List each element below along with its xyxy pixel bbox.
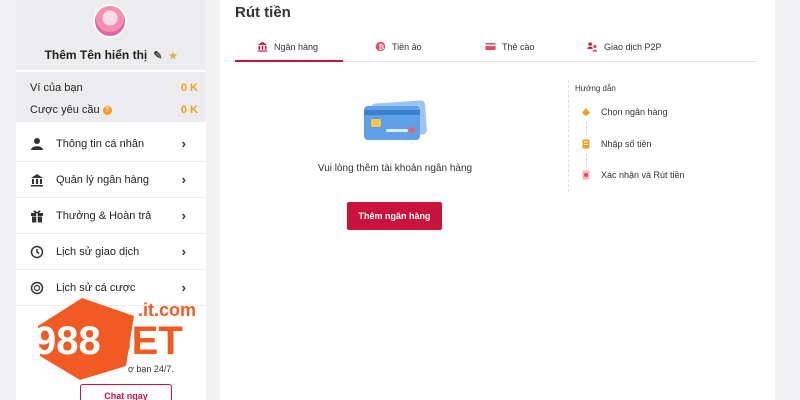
guide-step-1: Chọn ngân hàng: [581, 107, 668, 117]
wallet-row: Ví của bạn 0 K: [30, 82, 198, 94]
sidebar-item-label: Thưởng & Hoàn trả: [56, 210, 152, 222]
sidebar-menu: Thông tin cá nhân › Quản lý ngân hàng › …: [16, 126, 206, 306]
guide-panel: Hướng dẫn Chọn ngân hàng Nhập số tiền Xá…: [568, 80, 718, 192]
sidebar-item-rewards[interactable]: Thưởng & Hoàn trả ›: [16, 198, 206, 234]
guide-step-3: Xác nhận và Rút tiền: [581, 170, 685, 180]
guide-title: Hướng dẫn: [575, 84, 616, 93]
tab-label: Giao dịch P2P: [604, 42, 662, 52]
add-bank-label: Thêm ngân hàng: [358, 211, 431, 221]
wallet-value: 0 K: [180, 82, 198, 94]
bet-requirement-label: Cược yêu cầu: [30, 104, 100, 116]
chat-now-button[interactable]: Chat ngay: [80, 384, 172, 400]
display-name: Thêm Tên hiển thị: [44, 48, 148, 62]
tab-p2p[interactable]: Giao dịch P2P: [587, 34, 662, 62]
guide-step-label: Chọn ngân hàng: [601, 107, 668, 117]
chevron-right-icon: ›: [181, 208, 186, 223]
tab-crypto[interactable]: ₿ Tiền ảo: [375, 34, 422, 62]
brand-logo: 988BET .it.com: [34, 298, 196, 380]
history-icon: [30, 245, 44, 259]
bank-icon: [31, 174, 43, 187]
card-icon: [485, 42, 496, 51]
bet-requirement-row: Cược yêu cầu? 0 K: [30, 104, 198, 116]
bitcoin-icon: ₿: [375, 41, 386, 51]
wallet-panel: Ví của bạn 0 K Cược yêu cầu? 0 K: [16, 72, 206, 122]
guide-step-label: Nhập số tiền: [601, 139, 652, 149]
avatar[interactable]: [93, 4, 127, 38]
sidebar-item-transaction-history[interactable]: Lịch sử giao dịch ›: [16, 234, 206, 270]
select-bank-icon: [582, 108, 590, 116]
bank-icon: [257, 41, 268, 52]
page-title: Rút tiền: [235, 4, 291, 21]
chevron-right-icon: ›: [181, 244, 186, 259]
sidebar-item-label: Quản lý ngân hàng: [56, 174, 149, 186]
chevron-right-icon: ›: [181, 136, 186, 151]
main-panel: Rút tiền Ngân hàng ₿ Tiền ảo Thẻ cào Giao…: [220, 0, 775, 400]
tab-label: Tiền ảo: [392, 42, 422, 52]
tab-scratch-card[interactable]: Thẻ cào: [485, 34, 535, 62]
svg-text:₿: ₿: [378, 43, 384, 51]
bank-card-illustration: [364, 100, 427, 140]
gift-icon: [31, 210, 43, 223]
sidebar-item-label: Lịch sử giao dịch: [56, 246, 140, 258]
logo-text: 988BET: [34, 319, 183, 363]
star-icon: ★: [168, 51, 178, 62]
info-icon[interactable]: ?: [102, 106, 112, 115]
logo-domain: .it.com: [138, 300, 196, 320]
chevron-right-icon: ›: [181, 172, 186, 187]
tab-label: Ngân hàng: [274, 42, 319, 52]
tab-label: Thẻ cào: [502, 42, 535, 52]
user-icon: [31, 138, 43, 150]
chat-now-label: Chat ngay: [104, 391, 148, 400]
withdraw-tabs: Ngân hàng ₿ Tiền ảo Thẻ cào Giao dịch P2P: [235, 34, 757, 62]
wallet-label: Ví của bạn: [30, 82, 83, 94]
step-connector: [586, 122, 587, 140]
profile-panel: Thêm Tên hiển thị ✎ ★: [16, 0, 206, 70]
guide-step-2: Nhập số tiền: [581, 139, 652, 149]
edit-icon[interactable]: ✎: [153, 49, 162, 62]
guide-step-label: Xác nhận và Rút tiền: [601, 170, 685, 180]
confirm-withdraw-icon: [582, 170, 590, 180]
display-name-row: Thêm Tên hiển thị ✎ ★: [16, 48, 206, 62]
sidebar-item-label: Thông tin cá nhân: [56, 138, 145, 150]
tab-bank[interactable]: Ngân hàng: [235, 34, 343, 62]
sidebar-item-bank-management[interactable]: Quản lý ngân hàng ›: [16, 162, 206, 198]
sidebar-item-personal-info[interactable]: Thông tin cá nhân ›: [16, 126, 206, 162]
empty-state-message: Vui lòng thêm tài khoản ngân hàng: [317, 163, 473, 174]
enter-amount-icon: [582, 139, 590, 149]
bet-requirement-value: 0 K: [180, 104, 198, 116]
add-bank-button[interactable]: Thêm ngân hàng: [347, 202, 442, 230]
users-exchange-icon: [587, 42, 598, 52]
